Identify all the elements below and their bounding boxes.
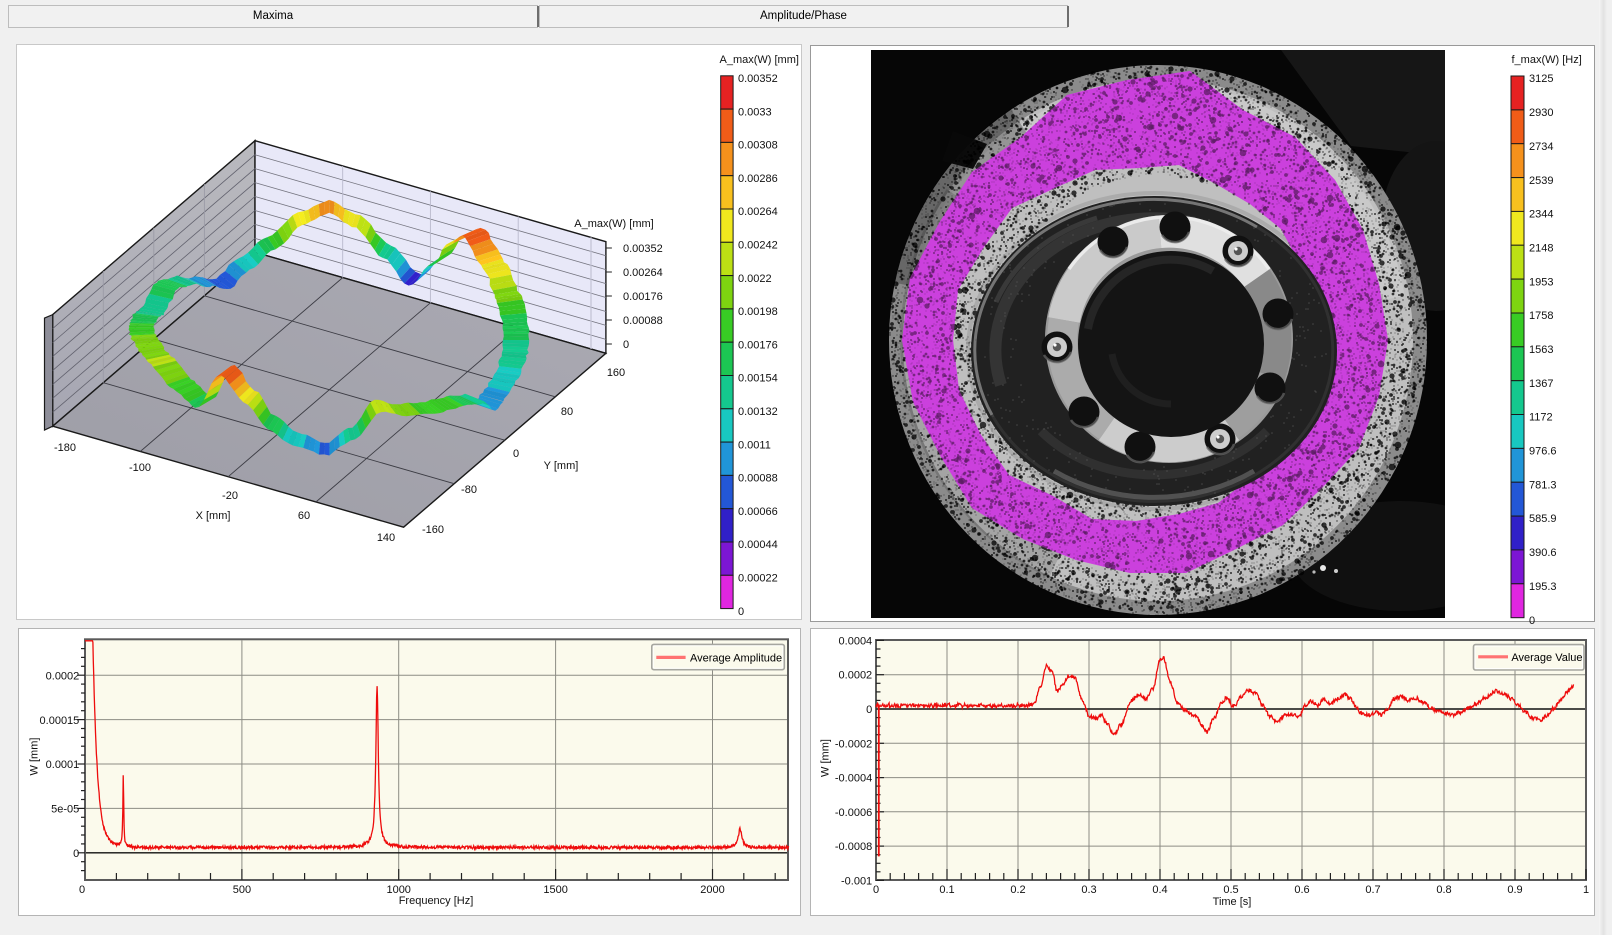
svg-text:0.2: 0.2 xyxy=(1010,884,1025,896)
svg-text:160: 160 xyxy=(607,367,625,379)
svg-text:f_max(W) [Hz]: f_max(W) [Hz] xyxy=(1512,54,1582,66)
svg-text:-100: -100 xyxy=(129,462,151,474)
svg-text:0.8: 0.8 xyxy=(1436,884,1451,896)
svg-text:-0.0004: -0.0004 xyxy=(835,773,872,785)
svg-text:0: 0 xyxy=(866,704,872,716)
svg-text:500: 500 xyxy=(233,884,251,896)
svg-text:0: 0 xyxy=(623,339,629,351)
svg-text:2148: 2148 xyxy=(1529,242,1553,254)
svg-text:0.00088: 0.00088 xyxy=(738,473,778,485)
svg-text:0.00176: 0.00176 xyxy=(738,339,778,351)
svg-text:0.0004: 0.0004 xyxy=(839,635,873,647)
svg-text:781.3: 781.3 xyxy=(1529,479,1557,491)
svg-text:-180: -180 xyxy=(54,442,76,454)
svg-text:-20: -20 xyxy=(222,490,238,502)
svg-text:A_max(W) [mm]: A_max(W) [mm] xyxy=(720,54,799,66)
svg-text:Average Amplitude: Average Amplitude xyxy=(690,652,782,664)
svg-text:60: 60 xyxy=(298,510,310,522)
svg-text:0.00352: 0.00352 xyxy=(623,243,663,255)
svg-text:0.0033: 0.0033 xyxy=(738,106,772,118)
svg-text:0.1: 0.1 xyxy=(939,884,954,896)
svg-text:0.00286: 0.00286 xyxy=(738,173,778,185)
svg-text:390.6: 390.6 xyxy=(1529,547,1557,559)
svg-text:0.00264: 0.00264 xyxy=(738,206,778,218)
svg-text:0.3: 0.3 xyxy=(1081,884,1096,896)
svg-text:0.00308: 0.00308 xyxy=(738,140,778,152)
svg-text:585.9: 585.9 xyxy=(1529,513,1557,525)
svg-text:1367: 1367 xyxy=(1529,378,1553,390)
svg-text:0.7: 0.7 xyxy=(1365,884,1380,896)
svg-text:0: 0 xyxy=(73,848,79,860)
svg-text:1953: 1953 xyxy=(1529,276,1553,288)
svg-text:195.3: 195.3 xyxy=(1529,581,1557,593)
svg-text:1172: 1172 xyxy=(1529,412,1553,424)
svg-text:0.00242: 0.00242 xyxy=(738,240,778,252)
svg-text:Average Value: Average Value xyxy=(1511,652,1582,664)
svg-text:0: 0 xyxy=(513,448,519,460)
svg-text:Frequency [Hz]: Frequency [Hz] xyxy=(399,895,474,907)
svg-text:1500: 1500 xyxy=(543,884,567,896)
svg-text:80: 80 xyxy=(561,406,573,418)
svg-text:0.0011: 0.0011 xyxy=(738,439,771,451)
svg-text:-0.0008: -0.0008 xyxy=(835,841,872,853)
svg-text:0.00088: 0.00088 xyxy=(623,315,663,327)
svg-text:0: 0 xyxy=(1529,615,1535,627)
svg-text:Y [mm]: Y [mm] xyxy=(544,460,579,472)
svg-text:0.00066: 0.00066 xyxy=(738,506,778,518)
svg-text:0: 0 xyxy=(873,884,879,896)
svg-text:0.0002: 0.0002 xyxy=(839,670,873,682)
svg-text:-80: -80 xyxy=(461,484,477,496)
svg-text:0.0002: 0.0002 xyxy=(46,670,80,682)
svg-text:0.00176: 0.00176 xyxy=(623,291,663,303)
svg-text:0.0001: 0.0001 xyxy=(46,759,80,771)
svg-text:0.00132: 0.00132 xyxy=(738,406,778,418)
svg-text:0.6: 0.6 xyxy=(1294,884,1309,896)
svg-text:2000: 2000 xyxy=(700,884,724,896)
svg-text:0.4: 0.4 xyxy=(1152,884,1167,896)
svg-text:-160: -160 xyxy=(422,524,444,536)
svg-text:0.00264: 0.00264 xyxy=(623,267,663,279)
svg-text:0.0022: 0.0022 xyxy=(738,273,772,285)
svg-text:1758: 1758 xyxy=(1529,310,1553,322)
svg-text:2930: 2930 xyxy=(1529,107,1553,119)
svg-text:W [mm]: W [mm] xyxy=(29,738,41,776)
svg-text:0.00352: 0.00352 xyxy=(738,73,778,85)
svg-text:-0.0002: -0.0002 xyxy=(835,738,872,750)
svg-text:A_max(W) [mm]: A_max(W) [mm] xyxy=(574,218,653,230)
svg-text:2734: 2734 xyxy=(1529,141,1553,153)
svg-text:X [mm]: X [mm] xyxy=(196,510,231,522)
svg-text:1563: 1563 xyxy=(1529,344,1553,356)
svg-text:0.00022: 0.00022 xyxy=(738,573,778,585)
svg-text:1: 1 xyxy=(1583,884,1589,896)
svg-text:0.00015: 0.00015 xyxy=(40,715,80,727)
svg-text:0.5: 0.5 xyxy=(1223,884,1238,896)
svg-text:976.6: 976.6 xyxy=(1529,446,1557,458)
svg-text:-0.001: -0.001 xyxy=(841,875,872,887)
svg-text:2344: 2344 xyxy=(1529,209,1553,221)
svg-text:0: 0 xyxy=(79,884,85,896)
svg-text:5e-05: 5e-05 xyxy=(51,804,79,816)
svg-text:3125: 3125 xyxy=(1529,73,1553,85)
svg-text:W [mm]: W [mm] xyxy=(820,739,832,777)
svg-text:0.9: 0.9 xyxy=(1507,884,1522,896)
svg-text:2539: 2539 xyxy=(1529,175,1553,187)
svg-text:0.00154: 0.00154 xyxy=(738,373,778,385)
svg-text:0.00044: 0.00044 xyxy=(738,539,778,551)
svg-text:0.00198: 0.00198 xyxy=(738,306,778,318)
svg-text:-0.0006: -0.0006 xyxy=(835,807,872,819)
svg-text:0: 0 xyxy=(738,606,744,618)
svg-text:140: 140 xyxy=(377,532,395,544)
svg-text:Time [s]: Time [s] xyxy=(1213,896,1252,908)
